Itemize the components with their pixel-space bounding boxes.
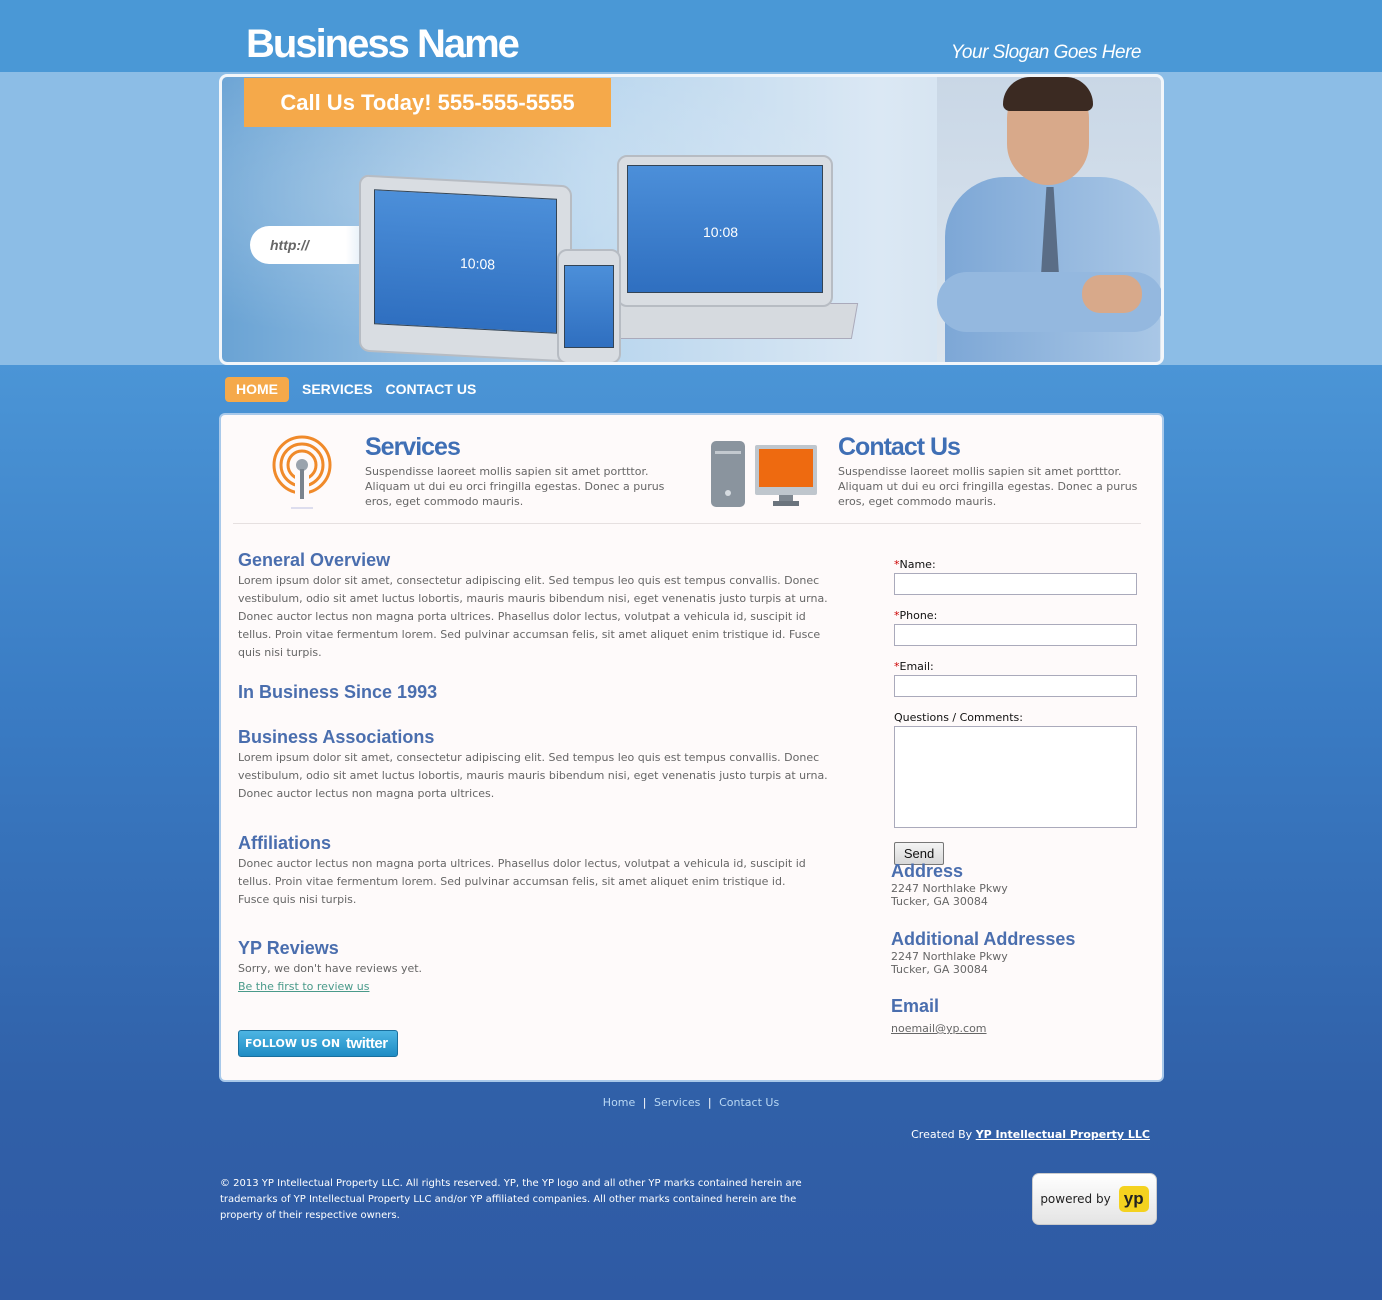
address-line1: 2247 Northlake Pkwy bbox=[891, 882, 1008, 895]
antenna-icon bbox=[272, 435, 332, 509]
created-by-prefix: Created By bbox=[911, 1128, 973, 1141]
reviews-text: Sorry, we don't have reviews yet. bbox=[238, 962, 423, 975]
email-label: *Email: bbox=[894, 660, 934, 673]
laptop-clock: 10:08 bbox=[703, 224, 739, 240]
services-text: Suspendisse laoreet mollis sapien sit am… bbox=[365, 465, 665, 508]
comments-label: Questions / Comments: bbox=[894, 711, 1023, 724]
tablet-graphic: 10:08 bbox=[359, 174, 572, 362]
email-link[interactable]: noemail@yp.com bbox=[891, 1022, 987, 1035]
powered-by-label: powered by bbox=[1040, 1192, 1111, 1206]
twitter-logo: twitter bbox=[346, 1035, 388, 1052]
contact-title[interactable]: Contact Us bbox=[838, 433, 1138, 462]
footer-link-home[interactable]: Home bbox=[603, 1096, 635, 1109]
affiliations-title: Affiliations bbox=[238, 833, 331, 853]
yp-logo-icon: yp bbox=[1118, 1186, 1149, 1212]
additional-address-line2: Tucker, GA 30084 bbox=[891, 963, 988, 976]
copyright-text: © 2013 YP Intellectual Property LLC. All… bbox=[220, 1178, 802, 1221]
tablet-clock: 10:08 bbox=[460, 254, 496, 273]
footer-separator: | bbox=[642, 1096, 647, 1109]
hand bbox=[1082, 275, 1142, 313]
phone-label: *Phone: bbox=[894, 609, 938, 622]
footer-link-contact[interactable]: Contact Us bbox=[719, 1096, 779, 1109]
additional-address-title: Additional Addresses bbox=[891, 929, 1076, 949]
associations-title: Business Associations bbox=[238, 727, 435, 747]
laptop-graphic: 10:08 bbox=[617, 155, 833, 307]
created-by: Created By YP Intellectual Property LLC bbox=[911, 1128, 1150, 1141]
contact-form: *Name: *Phone: *Email: Questions / Comme… bbox=[894, 558, 1139, 865]
hero-banner: Call Us Today! 555-555-5555 http:// 10:0… bbox=[219, 74, 1164, 365]
address-title: Address bbox=[891, 861, 964, 881]
additional-address-line1: 2247 Northlake Pkwy bbox=[891, 950, 1008, 963]
twitter-prefix: FOLLOW US ON bbox=[245, 1037, 341, 1050]
nav-services[interactable]: SERVICES bbox=[291, 377, 384, 402]
email-title: Email bbox=[891, 996, 940, 1016]
associations-text: Lorem ipsum dolor sit amet, consectetur … bbox=[238, 751, 828, 800]
content-panel: Services Suspendisse laoreet mollis sapi… bbox=[219, 413, 1164, 1082]
overview-title: General Overview bbox=[238, 550, 391, 570]
footer-separator: | bbox=[707, 1096, 712, 1109]
created-by-link[interactable]: YP Intellectual Property LLC bbox=[976, 1128, 1150, 1141]
businessman-photo bbox=[937, 77, 1161, 362]
powered-by-yp-badge[interactable]: powered by yp bbox=[1032, 1173, 1157, 1225]
services-feature: Services Suspendisse laoreet mollis sapi… bbox=[365, 433, 665, 509]
divider bbox=[233, 523, 1141, 524]
laptop-keyboard-graphic bbox=[611, 303, 859, 339]
email-block: Email noemail@yp.com bbox=[891, 996, 987, 1036]
business-name: Business Name bbox=[246, 22, 520, 66]
main-nav: HOME SERVICES CONTACT US bbox=[225, 377, 487, 402]
since-title: In Business Since 1993 bbox=[238, 682, 438, 702]
footer-link-services[interactable]: Services bbox=[654, 1096, 700, 1109]
hair bbox=[1003, 77, 1093, 111]
footer-nav: Home | Services | Contact Us bbox=[0, 1096, 1382, 1109]
address-line2: Tucker, GA 30084 bbox=[891, 895, 988, 908]
review-link[interactable]: Be the first to review us bbox=[238, 978, 838, 996]
laptop-screen: 10:08 bbox=[627, 165, 823, 293]
contact-feature: Contact Us Suspendisse laoreet mollis sa… bbox=[838, 433, 1138, 509]
name-label: *Name: bbox=[894, 558, 936, 571]
nav-contact-us[interactable]: CONTACT US bbox=[384, 377, 488, 402]
additional-address-block: Additional Addresses 2247 Northlake Pkwy… bbox=[891, 929, 1075, 976]
nav-home[interactable]: HOME bbox=[225, 377, 289, 402]
computer-icon bbox=[711, 441, 817, 507]
name-field[interactable] bbox=[894, 573, 1137, 595]
services-title[interactable]: Services bbox=[365, 433, 665, 462]
twitter-follow-button[interactable]: FOLLOW US ON twitter bbox=[238, 1030, 398, 1057]
address-block: Address 2247 Northlake Pkwy Tucker, GA 3… bbox=[891, 861, 1008, 908]
affiliations-text: Donec auctor lectus non magna porta ultr… bbox=[238, 857, 806, 906]
tablet-screen: 10:08 bbox=[374, 189, 557, 334]
phone-field[interactable] bbox=[894, 624, 1137, 646]
slogan: Your Slogan Goes Here bbox=[950, 42, 1142, 63]
email-field[interactable] bbox=[894, 675, 1137, 697]
reviews-title: YP Reviews bbox=[238, 938, 339, 958]
overview-text: Lorem ipsum dolor sit amet, consectetur … bbox=[238, 574, 828, 659]
comments-field[interactable] bbox=[894, 726, 1137, 828]
call-us-banner: Call Us Today! 555-555-5555 bbox=[244, 78, 611, 127]
contact-text: Suspendisse laoreet mollis sapien sit am… bbox=[838, 465, 1138, 508]
main-column: General Overview Lorem ipsum dolor sit a… bbox=[238, 550, 838, 996]
phone-graphic bbox=[557, 249, 621, 362]
phone-screen bbox=[564, 265, 614, 348]
